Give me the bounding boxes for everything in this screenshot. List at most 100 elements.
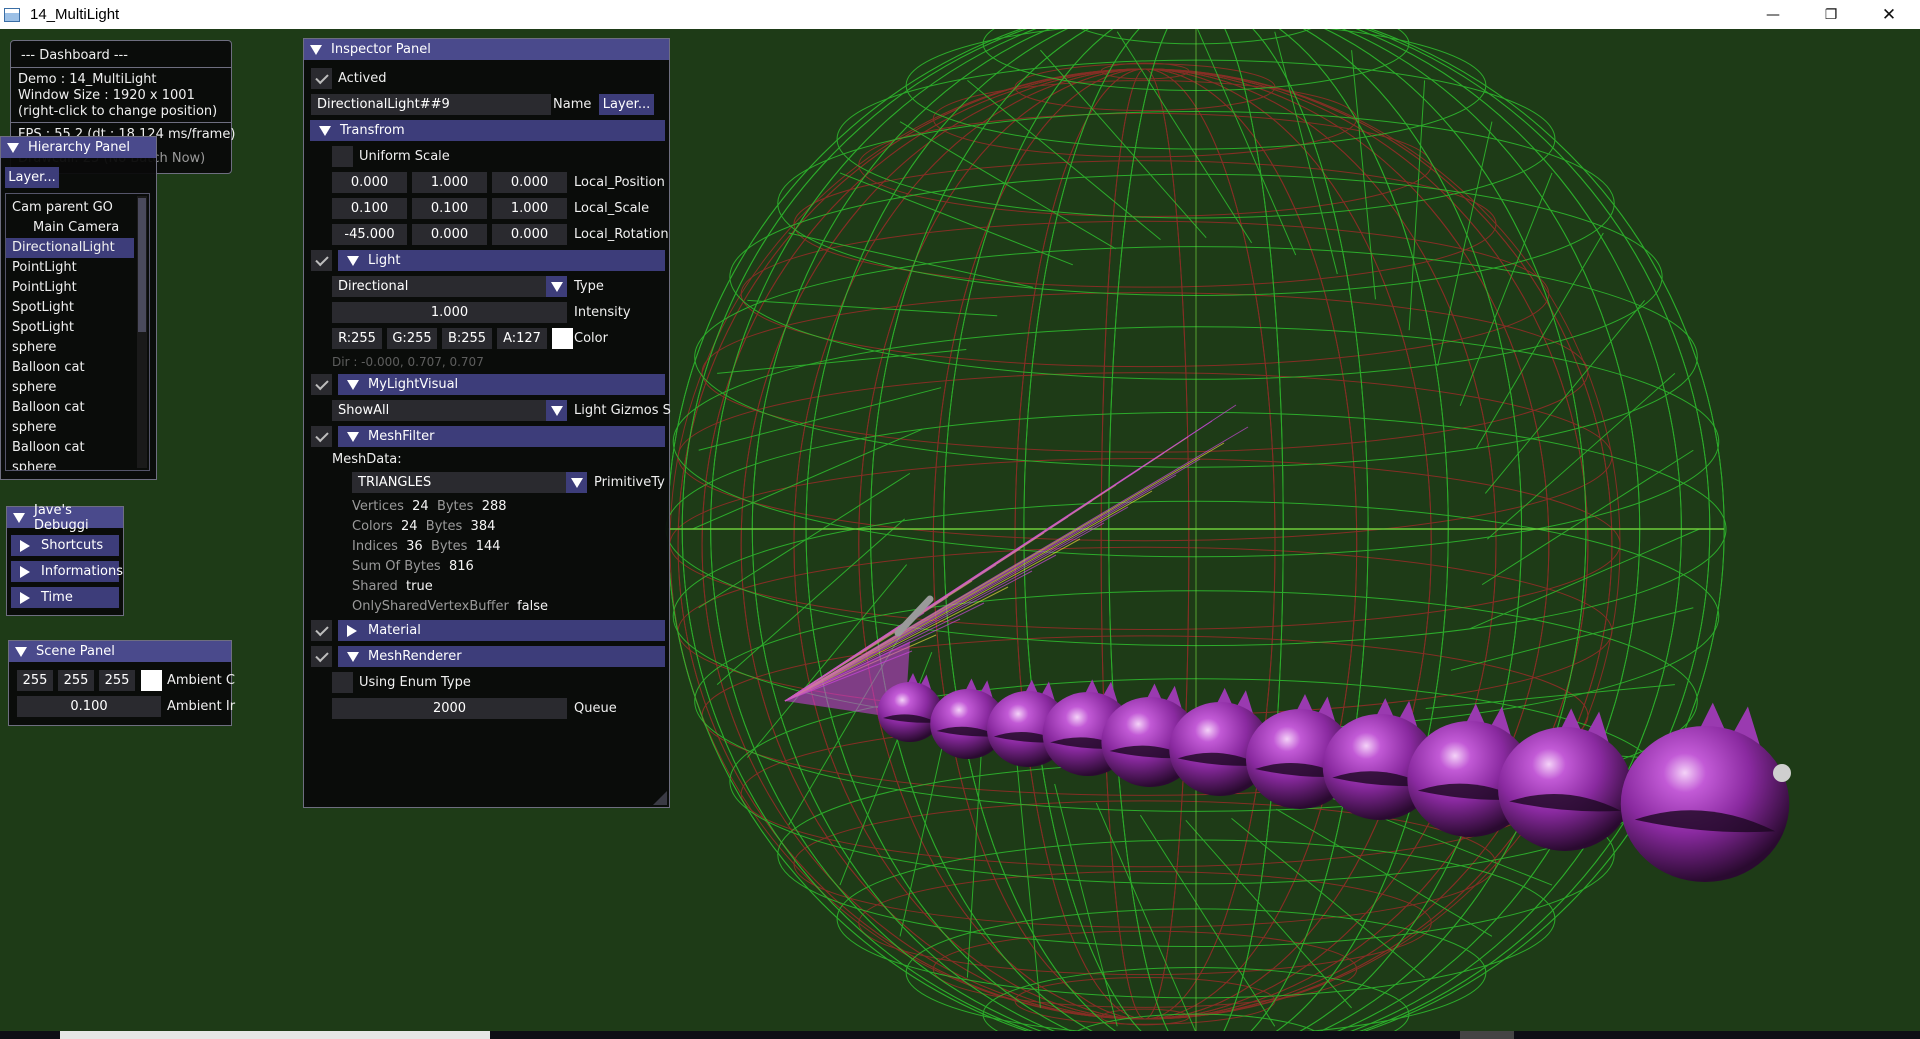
primitive-type-select[interactable]: TRIANGLES (352, 472, 587, 493)
scene-panel: Scene Panel 255 255 255 Ambient C 0.100 … (8, 640, 236, 726)
light-gizmos-select[interactable]: ShowAll (332, 400, 567, 421)
scene-viewport[interactable] (0, 29, 1920, 1039)
hierarchy-item[interactable]: DirectionalLight (6, 238, 134, 258)
scrollbar-track[interactable] (137, 196, 147, 468)
hierarchy-item[interactable]: Balloon cat (6, 358, 134, 378)
light-color-b-field[interactable]: B:255 (442, 328, 492, 349)
hierarchy-item[interactable]: SpotLight (6, 318, 134, 338)
dropdown-arrow-icon[interactable] (546, 400, 567, 421)
taskbar-item[interactable] (60, 1031, 490, 1039)
position-label: Local_Position (574, 175, 665, 190)
light-color-r-field[interactable]: R:255 (332, 328, 382, 349)
debugger-panel: Jave's Debuggi Shortcuts Informations Ti… (6, 503, 124, 616)
inspector-panel-header[interactable]: Inspector Panel (304, 39, 669, 60)
enum-type-checkbox[interactable] (332, 672, 353, 693)
material-section-header[interactable]: Material (338, 620, 665, 641)
meshrenderer-section-title: MeshRenderer (368, 649, 462, 664)
hierarchy-layer-button[interactable]: Layer... (5, 167, 59, 188)
scale-label: Local_Scale (574, 201, 650, 216)
hierarchy-item[interactable]: sphere (6, 378, 134, 398)
ambient-intensity-field[interactable]: 0.100 (17, 696, 161, 717)
scale-z-field[interactable]: 1.000 (492, 198, 567, 219)
expand-arrow-icon (20, 591, 30, 604)
ambient-r-field[interactable]: 255 (17, 670, 53, 691)
position-z-field[interactable]: 0.000 (492, 172, 567, 193)
divider (11, 67, 231, 68)
dropdown-arrow-icon[interactable] (546, 276, 567, 297)
hierarchy-item[interactable]: Cam parent GO (6, 198, 134, 218)
scale-y-field[interactable]: 0.100 (412, 198, 487, 219)
hierarchy-item[interactable]: sphere (6, 458, 134, 470)
close-icon: ✕ (1881, 4, 1897, 25)
hierarchy-list[interactable]: Cam parent GO Main Camera DirectionalLight… (5, 193, 150, 471)
hierarchy-item[interactable]: Balloon cat (6, 398, 134, 418)
hierarchy-item[interactable]: PointLight (6, 278, 134, 298)
hierarchy-item[interactable]: SpotLight (6, 298, 134, 318)
hierarchy-item[interactable]: PointLight (6, 258, 134, 278)
window-title: 14_MultiLight (30, 6, 120, 23)
lightvisual-enabled-checkbox[interactable] (311, 374, 332, 395)
light-color-a-field[interactable]: A:127 (497, 328, 547, 349)
inspector-layer-button[interactable]: Layer... (599, 94, 654, 115)
debugger-panel-title: Jave's Debuggi (34, 502, 89, 533)
position-y-field[interactable]: 1.000 (412, 172, 487, 193)
checkmark-icon (314, 428, 329, 442)
meshfilter-enabled-checkbox[interactable] (311, 426, 332, 447)
position-x-field[interactable]: 0.000 (332, 172, 407, 193)
debugger-panel-header[interactable]: Jave's Debuggi (7, 503, 123, 533)
resize-grip-icon[interactable] (653, 791, 667, 805)
taskbar-item[interactable] (1460, 1031, 1514, 1039)
object-name-field[interactable]: DirectionalLight##9 (311, 94, 551, 115)
scale-x-field[interactable]: 0.100 (332, 198, 407, 219)
uniform-scale-checkbox[interactable] (332, 146, 353, 167)
meshfilter-section-header[interactable]: MeshFilter (338, 426, 665, 447)
debugger-item-time[interactable]: Time (11, 587, 119, 608)
actived-label: Actived (338, 71, 387, 86)
light-type-select[interactable]: Directional (332, 276, 567, 297)
ambient-intensity-label: Ambient Ir (167, 699, 236, 714)
rotation-y-field[interactable]: 0.000 (412, 224, 487, 245)
scene-panel-title: Scene Panel (36, 644, 115, 659)
dropdown-arrow-icon[interactable] (566, 472, 587, 493)
light-section-header[interactable]: Light (338, 250, 665, 271)
light-enabled-checkbox[interactable] (311, 250, 332, 271)
light-type-value: Directional (338, 279, 409, 294)
light-color-swatch[interactable] (552, 328, 573, 349)
hierarchy-item[interactable]: Main Camera (6, 218, 134, 238)
inspector-panel: Inspector Panel Actived DirectionalLight… (303, 38, 671, 808)
debugger-item-shortcuts[interactable]: Shortcuts (11, 535, 119, 556)
render-queue-field[interactable]: 2000 (332, 698, 567, 719)
lightvisual-section-title: MyLightVisual (368, 377, 459, 392)
light-color-label: Color (574, 331, 608, 346)
transform-section-header[interactable]: Transfrom (310, 120, 665, 141)
ambient-g-field[interactable]: 255 (58, 670, 94, 691)
lightvisual-section-header[interactable]: MyLightVisual (338, 374, 665, 395)
balloon-cat (1620, 702, 1790, 882)
collapse-arrow-icon (347, 379, 359, 390)
actived-checkbox[interactable] (311, 68, 332, 89)
rotation-x-field[interactable]: -45.000 (332, 224, 407, 245)
meshrenderer-section-header[interactable]: MeshRenderer (338, 646, 665, 667)
hierarchy-item[interactable]: sphere (6, 338, 134, 358)
light-color-g-field[interactable]: G:255 (387, 328, 437, 349)
app-icon (4, 7, 20, 22)
scene-panel-header[interactable]: Scene Panel (9, 641, 231, 662)
ambient-b-field[interactable]: 255 (99, 670, 135, 691)
scrollbar-thumb[interactable] (138, 198, 146, 332)
close-button[interactable]: ✕ (1860, 0, 1918, 29)
hierarchy-item[interactable]: sphere (6, 418, 134, 438)
ambient-color-swatch[interactable] (141, 670, 162, 691)
debugger-item-label: Time (41, 590, 73, 605)
hierarchy-panel-header[interactable]: Hierarchy Panel (1, 137, 156, 158)
restore-button[interactable]: ❐ (1802, 0, 1860, 29)
rotation-z-field[interactable]: 0.000 (492, 224, 567, 245)
hierarchy-item[interactable]: Balloon cat (6, 438, 134, 458)
meshrenderer-enabled-checkbox[interactable] (311, 646, 332, 667)
material-enabled-checkbox[interactable] (311, 620, 332, 641)
divider (11, 122, 231, 123)
minimize-button[interactable]: — (1744, 0, 1802, 29)
collapse-arrow-icon (347, 255, 359, 266)
light-intensity-field[interactable]: 1.000 (332, 302, 567, 323)
debugger-item-informations[interactable]: Informations (11, 561, 123, 582)
collapse-arrow-icon (347, 431, 359, 442)
